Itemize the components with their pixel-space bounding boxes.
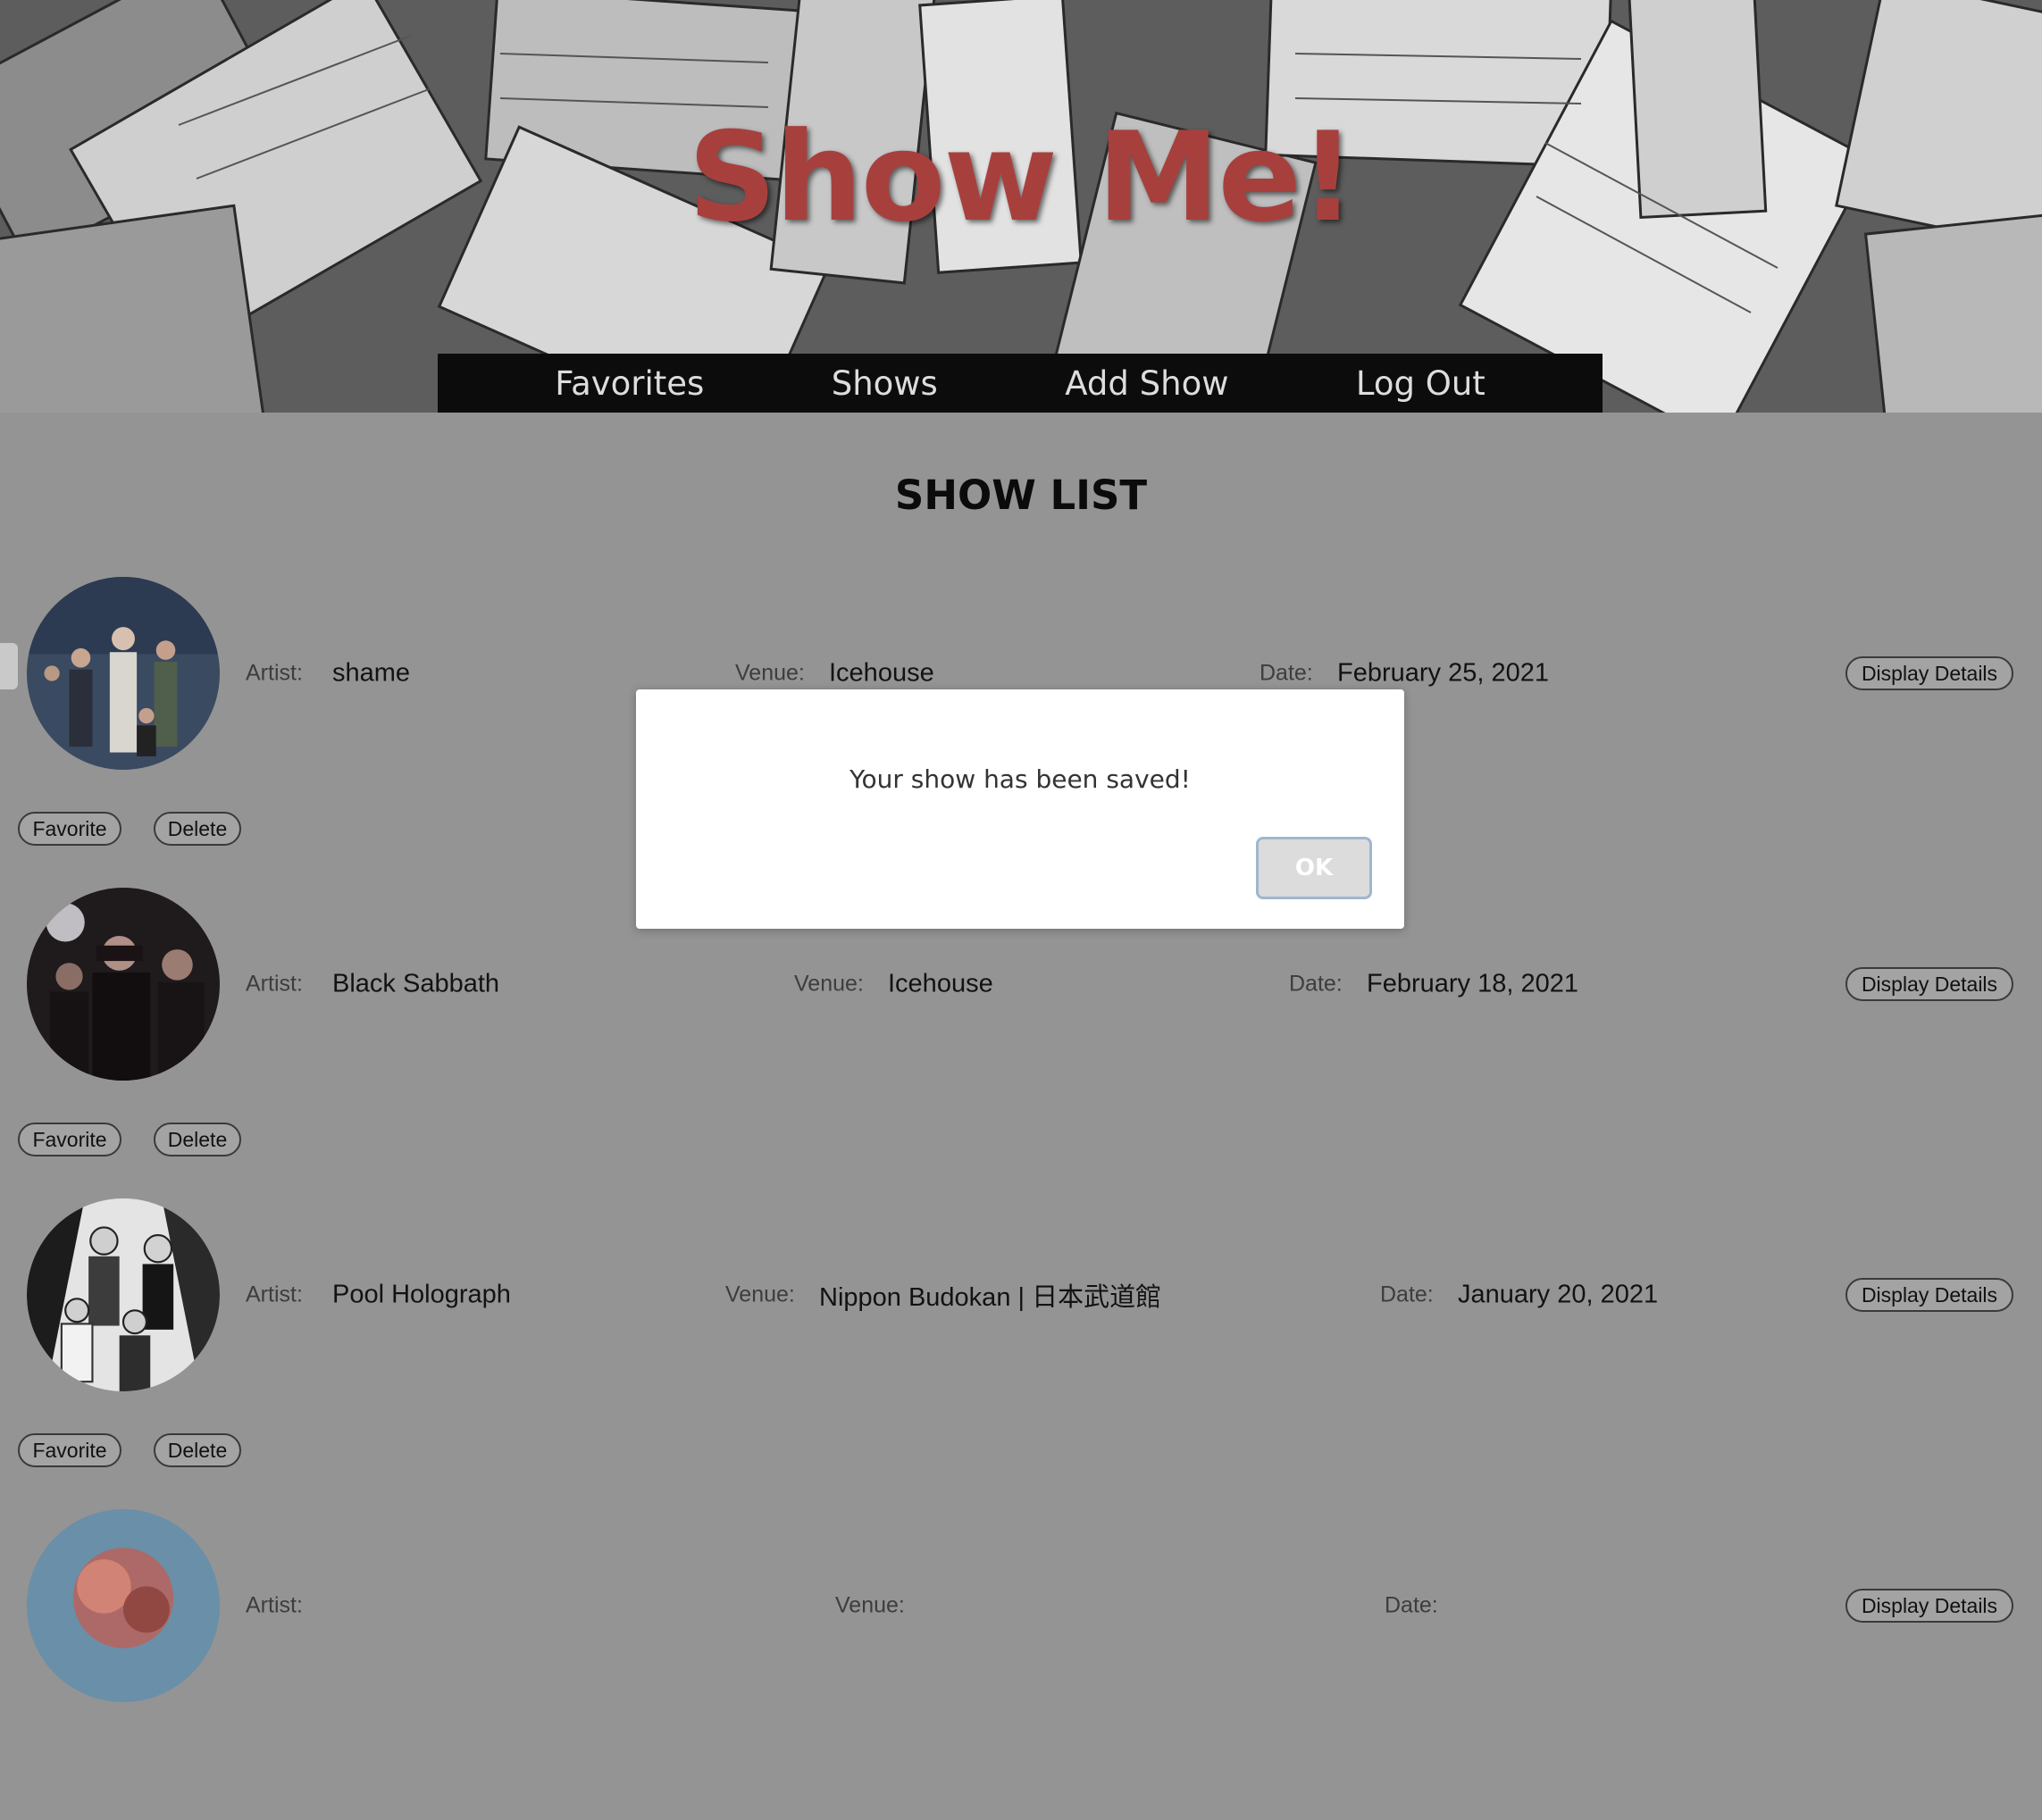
artist-label: Artist: bbox=[246, 1282, 303, 1307]
artist-label: Artist: bbox=[246, 1592, 303, 1618]
artist-name: Pool Holograph bbox=[332, 1280, 511, 1309]
nav-shows[interactable]: Shows bbox=[832, 364, 938, 403]
venue-label: Venue: bbox=[735, 660, 805, 686]
venue-label: Venue: bbox=[725, 1282, 795, 1307]
date-label: Date: bbox=[1385, 1592, 1438, 1618]
display-details-button[interactable]: Display Details bbox=[1845, 1278, 2013, 1312]
artist-photo bbox=[27, 1198, 220, 1391]
nav-favorites[interactable]: Favorites bbox=[555, 364, 704, 403]
show-date: February 25, 2021 bbox=[1337, 658, 1549, 688]
delete-button[interactable]: Delete bbox=[154, 812, 241, 846]
display-details-button[interactable]: Display Details bbox=[1845, 656, 2013, 690]
show-date: February 18, 2021 bbox=[1367, 969, 1578, 998]
dialog-message: Your show has been saved! bbox=[849, 764, 1191, 794]
artist-photo bbox=[27, 1509, 220, 1702]
venue-label: Venue: bbox=[835, 1592, 905, 1618]
nav-add-show[interactable]: Add Show bbox=[1065, 364, 1228, 403]
venue-name: Nippon Budokan | 日本武道館 bbox=[819, 1283, 1162, 1312]
artist-photo bbox=[27, 888, 220, 1081]
main-nav: Favorites Shows Add Show Log Out bbox=[438, 354, 1603, 413]
delete-button[interactable]: Delete bbox=[154, 1123, 241, 1156]
show-row: Artist: Pool Holograph Venue: Nippon Bud… bbox=[0, 1198, 2042, 1509]
date-label: Date: bbox=[1380, 1282, 1434, 1307]
favorite-button[interactable]: Favorite bbox=[18, 812, 121, 846]
display-details-button[interactable]: Display Details bbox=[1845, 967, 2013, 1001]
venue-name: Icehouse bbox=[888, 969, 993, 998]
date-label: Date: bbox=[1260, 660, 1313, 686]
favorite-button[interactable]: Favorite bbox=[18, 1123, 121, 1156]
ok-button[interactable]: OK bbox=[1256, 837, 1372, 899]
page-title: SHOW LIST bbox=[894, 472, 1148, 519]
show-date: January 20, 2021 bbox=[1458, 1280, 1659, 1309]
delete-button[interactable]: Delete bbox=[154, 1433, 241, 1467]
artist-label: Artist: bbox=[246, 660, 303, 686]
venue-label: Venue: bbox=[794, 971, 864, 997]
date-label: Date: bbox=[1289, 971, 1343, 997]
artist-name: Black Sabbath bbox=[332, 969, 500, 998]
venue-name: Icehouse bbox=[829, 658, 934, 688]
site-logo-title: Show Me! bbox=[688, 105, 1356, 249]
show-row: Artist: Venue: Date: Display Details bbox=[0, 1509, 2042, 1820]
nav-log-out[interactable]: Log Out bbox=[1356, 364, 1485, 403]
artist-name: shame bbox=[332, 658, 411, 688]
save-confirmation-dialog: Your show has been saved! OK bbox=[636, 689, 1404, 929]
favorite-button[interactable]: Favorite bbox=[18, 1433, 121, 1467]
artist-label: Artist: bbox=[246, 971, 303, 997]
display-details-button[interactable]: Display Details bbox=[1845, 1589, 2013, 1623]
show-row: Artist: Black Sabbath Venue: Icehouse Da… bbox=[0, 888, 2042, 1198]
site-header: Show Me! Favorites Shows Add Show Log Ou… bbox=[0, 0, 2042, 413]
artist-photo bbox=[27, 577, 220, 770]
